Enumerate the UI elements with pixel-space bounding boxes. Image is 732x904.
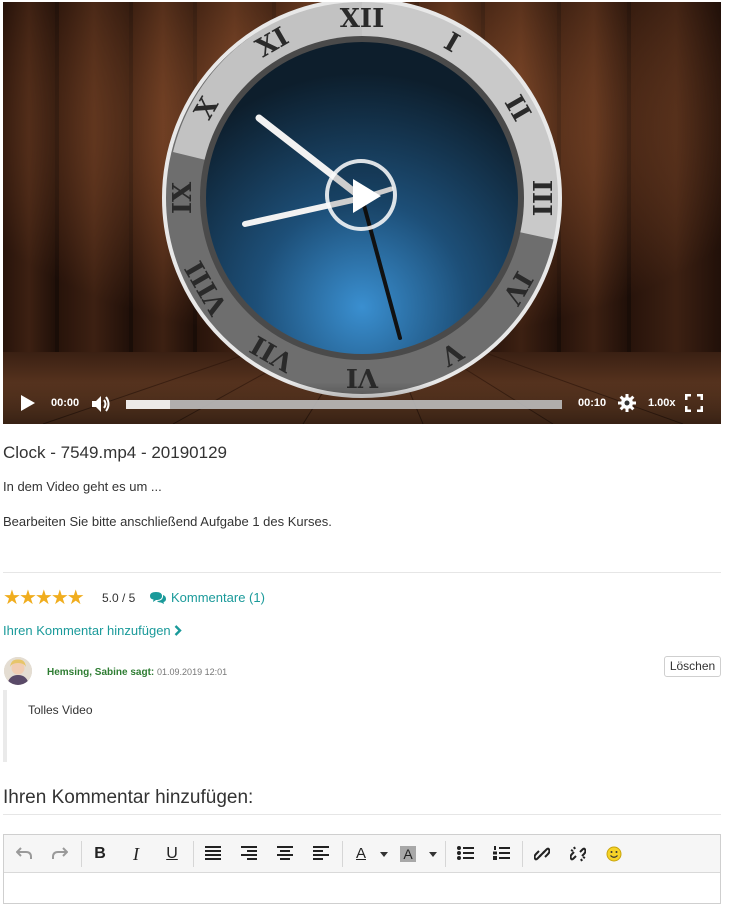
comment-quote-bar [3,690,7,762]
fullscreen-icon[interactable] [685,394,703,412]
unlink-icon[interactable] [568,844,588,864]
divider [3,572,721,573]
clock-numeral: IX [168,181,198,214]
star-rating[interactable]: ★★★★★ [3,588,85,608]
align-justify-icon[interactable] [203,844,223,864]
player-controls: 00:00 00:10 1.00x [3,382,721,424]
chevron-right-icon [174,625,182,636]
comments-icon [150,592,166,604]
comment-editor[interactable]: B I U A A [3,834,721,904]
progress-bar[interactable] [126,400,562,409]
clock-numeral: III [526,180,556,217]
play-icon [353,179,381,213]
play-icon[interactable] [21,395,35,411]
big-play-button[interactable] [325,159,397,231]
playback-speed[interactable]: 1.00x [648,397,676,409]
underline-icon[interactable]: U [162,844,182,864]
bold-icon[interactable]: B [90,844,110,864]
bullet-list-icon[interactable] [455,844,475,864]
video-task: Bearbeiten Sie bitte anschließend Aufgab… [3,514,332,529]
align-right-icon[interactable] [239,844,259,864]
current-time: 00:00 [51,397,80,409]
duration: 00:10 [578,397,607,409]
toolbar-separator [193,841,194,867]
comments-link-label: Kommentare (1) [171,590,265,605]
background-color-icon[interactable]: A [400,846,416,862]
volume-icon[interactable] [91,395,111,413]
video-player[interactable]: XII I II III IV V VI VII VIII IX X XI 00:00 00:10 [3,2,721,424]
align-left-icon[interactable] [311,844,331,864]
comments-link[interactable]: Kommentare (1) [149,590,265,605]
redo-icon[interactable] [50,844,70,864]
toolbar-separator [342,841,343,867]
comment-text: Tolles Video [28,703,93,717]
italic-icon[interactable]: I [126,844,146,864]
rating-score: 5.0 / 5 [102,591,136,605]
align-center-icon[interactable] [275,844,295,864]
text-color-icon[interactable]: A [351,844,371,864]
chevron-down-icon[interactable] [429,852,437,857]
video-title: Clock - 7549.mp4 - 20190129 [3,443,227,462]
gear-icon[interactable] [618,394,636,412]
emoticon-icon[interactable] [604,844,624,864]
add-comment-link-label: Ihren Kommentar hinzufügen [3,623,171,638]
undo-icon[interactable] [14,844,34,864]
delete-button[interactable]: Löschen [664,656,721,677]
video-description: In dem Video geht es um ... [3,479,162,494]
clock-numeral: XII [340,4,385,34]
add-comment-link[interactable]: Ihren Kommentar hinzufügen [3,623,182,638]
toolbar-separator [522,841,523,867]
author-name: Hemsing, Sabine sagt: [47,667,155,678]
star-icon[interactable]: ★ [67,588,85,608]
chevron-down-icon[interactable] [380,852,388,857]
avatar [4,657,32,685]
link-icon[interactable] [532,844,552,864]
comment-author: Hemsing, Sabine sagt: 01.09.2019 12:01 [47,667,227,678]
numbered-list-icon[interactable] [491,844,511,864]
toolbar-separator [445,841,446,867]
comment-date: 01.09.2019 12:01 [157,667,228,677]
add-comment-heading: Ihren Kommentar hinzufügen: [3,787,254,808]
divider [3,814,721,815]
toolbar-separator [81,841,82,867]
editor-toolbar: B I U A A [4,835,720,873]
progress-fill [126,400,170,409]
